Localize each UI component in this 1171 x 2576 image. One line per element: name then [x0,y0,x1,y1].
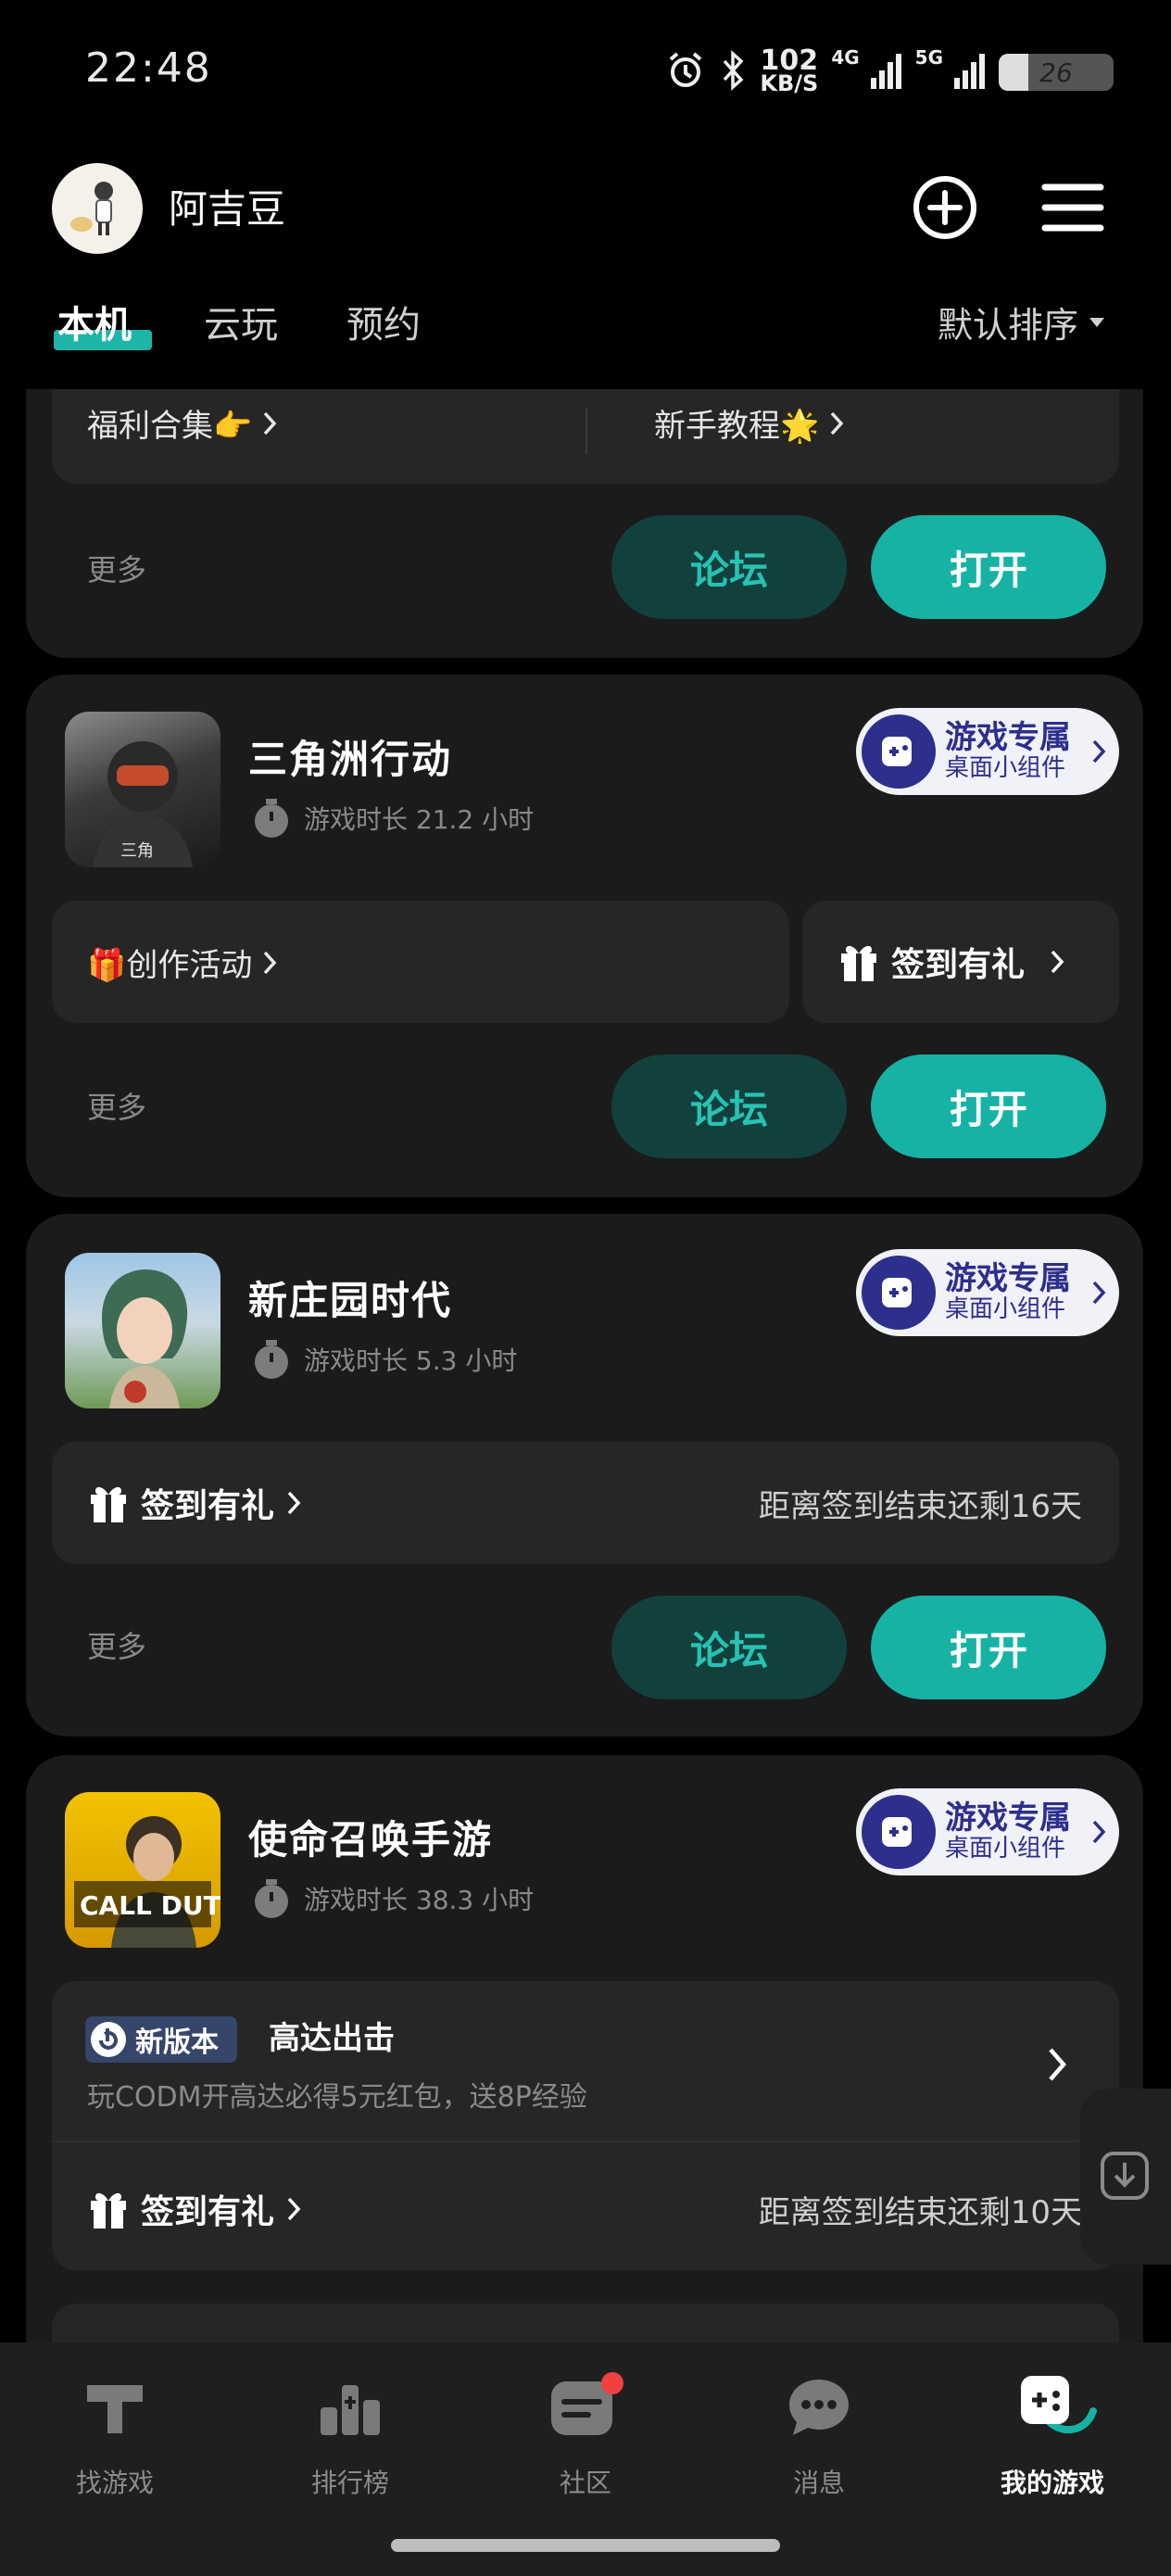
gift-icon [841,945,876,981]
news-title[interactable]: 高达出击 [269,2013,395,2058]
chevron-right-icon [1092,1820,1106,1844]
download-float-button[interactable] [1080,2089,1171,2265]
playtime: 游戏时长 21.2 小时 [252,797,534,840]
nav-community[interactable]: 社区 [511,2372,660,2500]
gamepad-icon [862,1256,936,1330]
open-button[interactable]: 打开 [871,515,1106,619]
download-icon [1101,2152,1149,2200]
sort-dropdown[interactable]: 默认排序 [938,297,1106,347]
chevron-right-icon [264,411,277,435]
divider [52,2140,1119,2142]
leaderboard-icon [321,2385,380,2435]
network-type-2: 5G [914,46,943,69]
net-speed: 102 KB/S [760,44,819,96]
desktop-widget-button[interactable]: 游戏专属 桌面小组件 [856,708,1119,795]
svg-text:三角: 三角 [120,841,154,861]
find-games-icon [87,2385,143,2433]
nav-leaderboard[interactable]: 排行榜 [276,2372,424,2500]
chevron-right-icon [287,1491,301,1515]
chevron-right-icon [1092,1281,1106,1305]
playtime: 游戏时长 38.3 小时 [252,1877,534,1920]
game-title[interactable]: 新庄园时代 [248,1269,452,1326]
chevron-right-icon [264,951,277,974]
checkin-remaining: 距离签到结束还剩16天 [758,1488,1082,1525]
avatar[interactable] [52,163,143,254]
notification-dot [601,2372,623,2394]
open-button[interactable]: 打开 [871,1596,1106,1699]
network-type-1: 4G [831,46,860,69]
game-icon-text: CALL DUTY [80,1890,220,1921]
desktop-widget-button[interactable]: 游戏专属 桌面小组件 [856,1788,1119,1875]
game-icon-cod-mobile[interactable]: CALL DUTY [65,1792,220,1948]
message-icon [789,2380,849,2435]
news-description: 玩CODM开高达必得5元红包，送8P经验 [87,2081,587,2114]
signal-icon [952,52,986,93]
checkin-link[interactable]: 签到有礼 [87,1479,302,1527]
playtime: 游戏时长 5.3 小时 [252,1338,517,1381]
gamepad-icon [862,714,936,789]
game-title[interactable]: 使命召唤手游 [248,1809,493,1865]
chevron-right-icon [831,411,844,435]
activity-link[interactable]: 🎁创作活动 [87,940,278,985]
hamburger-icon [1041,183,1104,232]
gift-icon [91,1486,126,1522]
divider [586,408,587,454]
tab-local[interactable]: 本机 [57,295,132,348]
home-indicator[interactable] [391,2539,780,2552]
gamepad-icon [862,1795,936,1869]
checkin-link[interactable]: 签到有礼 [837,938,1065,986]
nav-messages[interactable]: 消息 [745,2372,893,2500]
status-time: 22:48 [85,44,212,92]
benefit-link[interactable]: 福利合集👉 [87,400,278,446]
forum-button[interactable]: 论坛 [611,515,847,619]
game-icon-new-manor[interactable] [65,1253,220,1408]
status-icons: 102 KB/S 4G 5G 26 [665,44,1114,100]
tab-reserve[interactable]: 预约 [346,295,421,348]
menu-button[interactable] [1038,172,1108,243]
tutorial-link[interactable]: 新手教程🌟 [654,400,845,446]
sort-label: 默认排序 [937,305,1078,346]
username[interactable]: 阿吉豆 [169,178,285,234]
bluetooth-icon [719,50,747,95]
more-link[interactable]: 更多 [87,1623,146,1666]
caret-down-icon [1089,317,1104,327]
chevron-right-icon [1092,739,1106,764]
forum-button[interactable]: 论坛 [611,1054,847,1158]
checkin-link[interactable]: 签到有礼 [87,2185,302,2233]
stopwatch-icon [255,1340,288,1379]
chevron-right-icon [287,2197,301,2221]
open-button[interactable]: 打开 [871,1054,1106,1158]
battery-icon: 26 [999,54,1114,91]
plus-circle-icon [913,176,976,239]
signal-icon [869,52,902,93]
desktop-widget-button[interactable]: 游戏专属 桌面小组件 [856,1249,1119,1336]
more-link[interactable]: 更多 [87,1084,146,1127]
gift-icon [91,2192,126,2229]
tab-cloud[interactable]: 云玩 [204,295,278,348]
game-title[interactable]: 三角洲行动 [248,728,452,785]
more-link[interactable]: 更多 [87,547,146,589]
nav-find-games[interactable]: 找游戏 [41,2372,189,2500]
community-icon [551,2372,623,2435]
checkin-remaining: 距离签到结束还剩10天 [758,2194,1082,2231]
stopwatch-icon [255,1879,288,1918]
alarm-icon [665,50,706,95]
chevron-right-icon [1051,950,1064,974]
game-icon-delta-force[interactable]: 三角 [65,712,220,867]
chevron-right-icon[interactable] [1047,2046,1069,2087]
nav-my-games[interactable]: 我的游戏 [978,2372,1127,2500]
add-button[interactable] [910,172,980,243]
update-icon [91,2022,126,2057]
stopwatch-icon [255,799,288,838]
my-games-icon [1021,2376,1097,2433]
forum-button[interactable]: 论坛 [611,1596,847,1699]
new-version-badge: 新版本 [85,2016,237,2063]
